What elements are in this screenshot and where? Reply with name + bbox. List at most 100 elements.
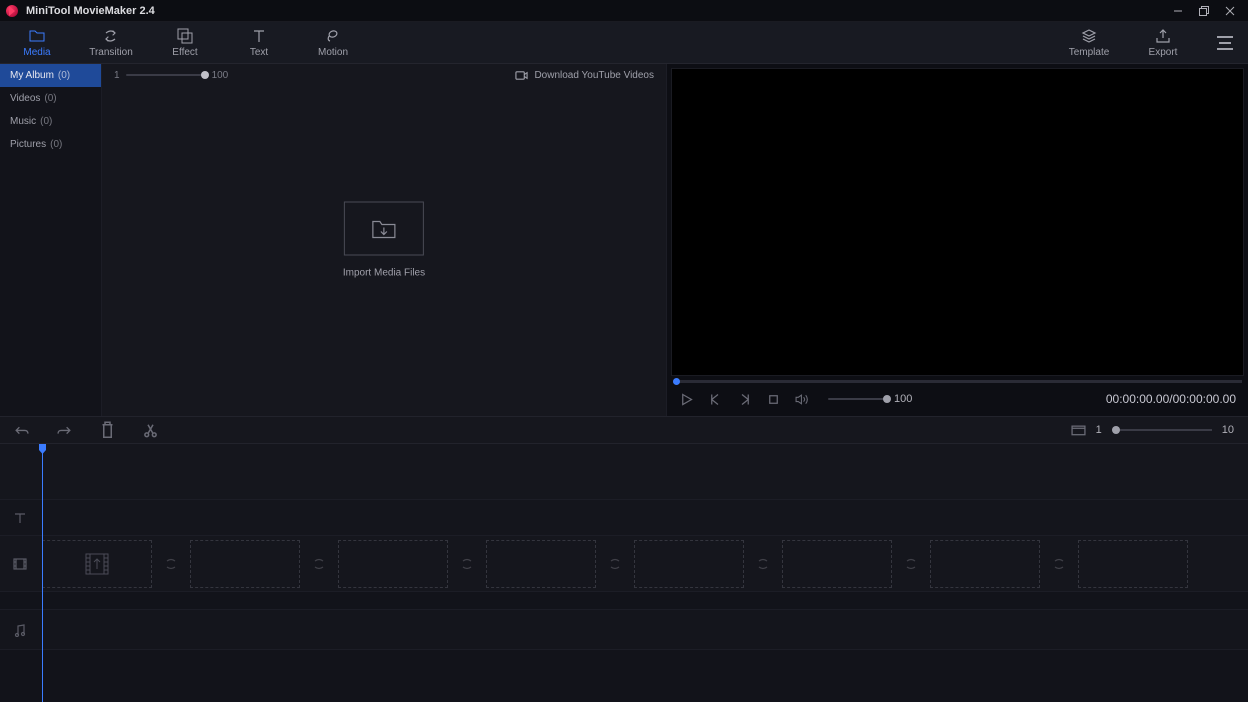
playhead[interactable] (42, 444, 43, 702)
transition-slot[interactable] (302, 540, 336, 588)
main-area: My Album (0) Videos (0) Music (0) Pictures(… (0, 64, 1248, 416)
volume-slider[interactable] (828, 398, 888, 400)
tab-label: Media (23, 47, 50, 58)
scrub-slider[interactable] (673, 380, 1242, 383)
video-preview[interactable] (671, 68, 1244, 376)
minimize-button[interactable] (1166, 0, 1190, 22)
clip-slot[interactable] (338, 540, 448, 588)
audio-track[interactable] (0, 610, 1248, 650)
zoom-slider[interactable] (1112, 429, 1212, 431)
media-panel-top: 1 100 Download YouTube Videos (102, 64, 666, 86)
import-label: Import Media Files (343, 268, 425, 279)
download-youtube-link[interactable]: Download YouTube Videos (515, 69, 654, 82)
sidebar-item-count: (0) (44, 93, 56, 104)
volume-control: 100 (828, 393, 912, 405)
transition-icon (460, 557, 474, 571)
prev-frame-button[interactable] (708, 392, 723, 407)
tab-text[interactable]: Text (222, 22, 296, 64)
sidebar-item-videos[interactable]: Videos (0) (0, 87, 101, 110)
fit-zoom-button[interactable] (1071, 423, 1086, 438)
toolbar: Media Transition Effect Text Motion Temp… (0, 22, 1248, 64)
clip-slot[interactable] (1078, 540, 1188, 588)
titlebar: MiniTool MovieMaker 2.4 (0, 0, 1248, 22)
download-label: Download YouTube Videos (534, 70, 654, 81)
transition-slot[interactable] (746, 540, 780, 588)
toolbar-right: Template Export (1052, 22, 1248, 64)
transition-slot[interactable] (894, 540, 928, 588)
tab-label: Effect (172, 47, 197, 58)
sidebar-item-label: Music (10, 116, 36, 127)
tab-label: Transition (89, 47, 133, 58)
player-controls: 100 00:00:00.00/00:00:00.00 (671, 386, 1244, 412)
transition-icon (312, 557, 326, 571)
timeline-ruler[interactable] (0, 444, 1248, 500)
clip-slot[interactable] (930, 540, 1040, 588)
clip-slot[interactable] (782, 540, 892, 588)
import-media-button[interactable]: Import Media Files (343, 202, 425, 279)
template-button[interactable]: Template (1052, 22, 1126, 64)
thumb-max: 100 (212, 70, 229, 81)
tab-transition[interactable]: Transition (74, 22, 148, 64)
sidebar: My Album (0) Videos (0) Music (0) Pictures(… (0, 64, 102, 416)
clip-slot[interactable] (634, 540, 744, 588)
next-frame-button[interactable] (737, 392, 752, 407)
preview-panel: 100 00:00:00.00/00:00:00.00 (667, 64, 1248, 416)
volume-value: 100 (894, 393, 912, 405)
app-title: MiniTool MovieMaker 2.4 (26, 5, 155, 17)
template-label: Template (1069, 47, 1110, 58)
transition-slot[interactable] (1042, 540, 1076, 588)
play-button[interactable] (679, 392, 694, 407)
sidebar-item-label: Videos (10, 93, 40, 104)
close-button[interactable] (1218, 0, 1242, 22)
delete-button[interactable] (100, 423, 115, 438)
export-button[interactable]: Export (1126, 22, 1200, 64)
transition-icon (1052, 557, 1066, 571)
transition-slot[interactable] (450, 540, 484, 588)
clip-slot[interactable] (486, 540, 596, 588)
sidebar-item-music[interactable]: Music (0) (0, 110, 101, 133)
video-track[interactable] (0, 536, 1248, 592)
sidebar-item-label: My Album (10, 70, 54, 81)
transition-slot[interactable] (598, 540, 632, 588)
zoom-min: 1 (1096, 424, 1102, 436)
sidebar-item-count: (0) (40, 116, 52, 127)
folder-download-icon (371, 218, 397, 240)
transition-icon (756, 557, 770, 571)
timecode: 00:00:00.00/00:00:00.00 (1106, 392, 1236, 406)
zoom-max: 10 (1222, 424, 1234, 436)
video-track-icon (0, 536, 40, 591)
sidebar-item-pictures[interactable]: Pictures(0) (0, 133, 101, 156)
mute-button[interactable] (795, 392, 810, 407)
sidebar-item-myalbum[interactable]: My Album (0) (0, 64, 101, 87)
app-logo (6, 4, 20, 18)
scrub-bar (671, 376, 1244, 386)
tab-label: Motion (318, 47, 348, 58)
redo-button[interactable] (57, 423, 72, 438)
clip-slot[interactable] (190, 540, 300, 588)
sidebar-item-count: (0) (58, 70, 70, 81)
menu-button[interactable] (1212, 30, 1238, 56)
audio-track-icon (0, 610, 40, 649)
spacer-track (0, 592, 1248, 610)
scrub-knob[interactable] (673, 378, 680, 385)
tab-label: Text (250, 47, 268, 58)
tab-media[interactable]: Media (0, 22, 74, 64)
thumbnail-size-control: 1 100 (114, 70, 228, 81)
tab-motion[interactable]: Motion (296, 22, 370, 64)
text-track-icon (0, 500, 40, 535)
split-button[interactable] (143, 423, 158, 438)
maximize-button[interactable] (1192, 0, 1216, 22)
timeline-toolbar: 1 10 (0, 416, 1248, 444)
transition-icon (608, 557, 622, 571)
import-box (344, 202, 424, 256)
clip-slot[interactable] (42, 540, 152, 588)
text-track[interactable] (0, 500, 1248, 536)
tab-effect[interactable]: Effect (148, 22, 222, 64)
transition-slot[interactable] (154, 540, 188, 588)
undo-button[interactable] (14, 423, 29, 438)
thumbnail-size-slider[interactable] (126, 74, 206, 76)
transition-icon (904, 557, 918, 571)
stop-button[interactable] (766, 392, 781, 407)
video-clips (40, 536, 1248, 591)
media-panel: 1 100 Download YouTube Videos Import Med… (102, 64, 667, 416)
